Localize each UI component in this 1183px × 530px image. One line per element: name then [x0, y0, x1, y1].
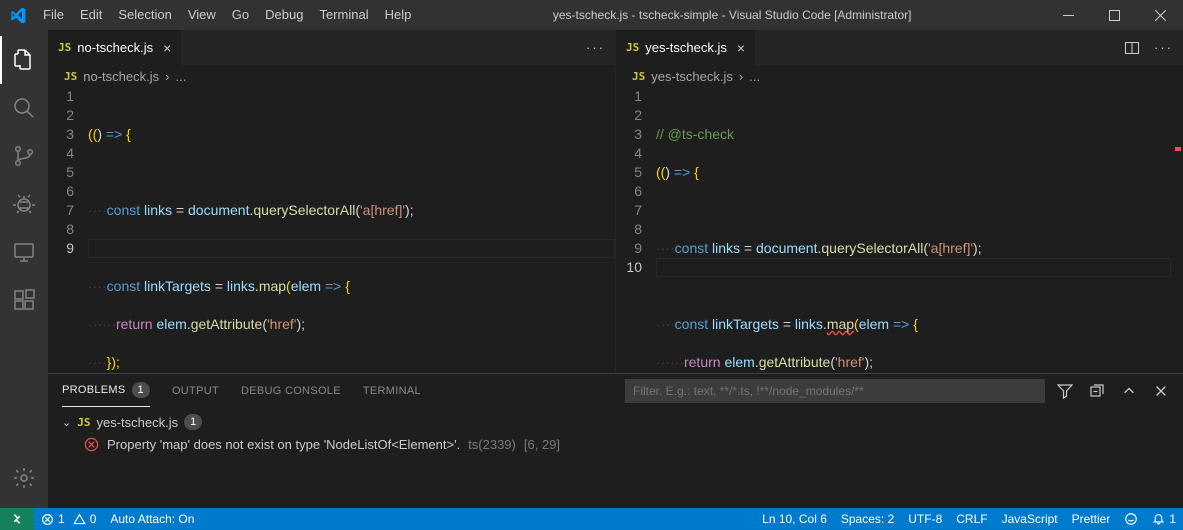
- editor-group-left: JS no-tscheck.js × ··· JS no-tscheck.js …: [48, 30, 616, 373]
- close-icon[interactable]: [1137, 0, 1183, 30]
- js-file-icon: JS: [58, 41, 71, 54]
- remote-explorer-icon[interactable]: [0, 228, 48, 276]
- js-file-icon: JS: [632, 70, 645, 83]
- code-editor-left[interactable]: 123456789 (() => { ····const links = doc…: [48, 87, 615, 373]
- breadcrumb[interactable]: JS no-tscheck.js › ...: [48, 65, 615, 87]
- menu-file[interactable]: File: [35, 0, 72, 30]
- chevron-up-icon[interactable]: [1117, 379, 1141, 403]
- editor-more-icon[interactable]: ···: [1154, 40, 1173, 56]
- tab-close-icon[interactable]: ×: [737, 40, 745, 56]
- chevron-right-icon: ›: [165, 69, 169, 84]
- minimize-icon[interactable]: [1045, 0, 1091, 30]
- panel-tab-output[interactable]: OUTPUT: [172, 385, 219, 397]
- vscode-logo-icon: [0, 7, 35, 23]
- editor-more-icon[interactable]: ···: [586, 40, 605, 55]
- split-editor-icon[interactable]: [1124, 40, 1140, 56]
- problems-filter-input[interactable]: [625, 379, 1045, 403]
- window-title: yes-tscheck.js - tscheck-simple - Visual…: [419, 8, 1045, 22]
- chevron-right-icon: ›: [739, 69, 743, 84]
- menu-debug[interactable]: Debug: [257, 0, 311, 30]
- panel-tab-problems[interactable]: PROBLEMS 1: [62, 374, 150, 407]
- problems-count-badge: 1: [132, 382, 150, 398]
- status-auto-attach[interactable]: Auto Attach: On: [103, 508, 201, 530]
- gutter: 12345678910: [616, 87, 656, 373]
- editor-group-right: JS yes-tscheck.js × ··· JS yes-tscheck.j…: [616, 30, 1183, 373]
- menu-help[interactable]: Help: [377, 0, 420, 30]
- breadcrumb-rest: ...: [749, 69, 760, 84]
- titlebar: File Edit Selection View Go Debug Termin…: [0, 0, 1183, 30]
- status-errors[interactable]: 1 0: [34, 508, 103, 530]
- source-control-icon[interactable]: [0, 132, 48, 180]
- js-file-icon: JS: [64, 70, 77, 83]
- status-encoding[interactable]: UTF-8: [901, 508, 949, 530]
- status-bar: 1 0 Auto Attach: On Ln 10, Col 6 Spaces:…: [0, 508, 1183, 530]
- search-icon[interactable]: [0, 84, 48, 132]
- problem-file-row[interactable]: ⌄ JS yes-tscheck.js 1: [62, 411, 1169, 433]
- status-notifications[interactable]: 1: [1145, 508, 1183, 530]
- collapse-all-icon[interactable]: [1085, 379, 1109, 403]
- error-icon: [84, 437, 99, 452]
- menu-edit[interactable]: Edit: [72, 0, 110, 30]
- main-menu: File Edit Selection View Go Debug Termin…: [35, 0, 419, 30]
- extensions-icon[interactable]: [0, 276, 48, 324]
- debug-icon[interactable]: [0, 180, 48, 228]
- breadcrumb-rest: ...: [175, 69, 186, 84]
- overview-ruler[interactable]: [1171, 87, 1183, 373]
- js-file-icon: JS: [77, 416, 90, 429]
- js-file-icon: JS: [626, 41, 639, 54]
- explorer-icon[interactable]: [0, 36, 48, 84]
- tab-no-tscheck[interactable]: JS no-tscheck.js ×: [48, 30, 181, 65]
- maximize-icon[interactable]: [1091, 0, 1137, 30]
- panel-close-icon[interactable]: [1149, 379, 1173, 403]
- problem-item[interactable]: Property 'map' does not exist on type 'N…: [62, 433, 1169, 455]
- tab-label: no-tscheck.js: [77, 40, 153, 55]
- activity-bar: [0, 30, 48, 508]
- code-editor-right[interactable]: 12345678910 // @ts-check (() => { ····co…: [616, 87, 1183, 373]
- error-marker-icon[interactable]: [1175, 147, 1181, 151]
- remote-indicator[interactable]: [0, 508, 34, 530]
- problem-file-label: yes-tscheck.js: [96, 415, 178, 430]
- menu-terminal[interactable]: Terminal: [311, 0, 376, 30]
- problem-code: ts(2339): [468, 437, 516, 452]
- breadcrumb-file: no-tscheck.js: [83, 69, 159, 84]
- status-cursor-position[interactable]: Ln 10, Col 6: [755, 508, 834, 530]
- menu-view[interactable]: View: [180, 0, 224, 30]
- tab-label: yes-tscheck.js: [645, 40, 727, 55]
- problem-message: Property 'map' does not exist on type 'N…: [107, 437, 460, 452]
- status-eol[interactable]: CRLF: [949, 508, 994, 530]
- status-prettier[interactable]: Prettier: [1065, 508, 1118, 530]
- tab-yes-tscheck[interactable]: JS yes-tscheck.js ×: [616, 30, 755, 65]
- settings-gear-icon[interactable]: [0, 454, 48, 502]
- breadcrumb-file: yes-tscheck.js: [651, 69, 733, 84]
- tab-close-icon[interactable]: ×: [163, 40, 171, 56]
- gutter: 123456789: [48, 87, 88, 373]
- status-language[interactable]: JavaScript: [995, 508, 1065, 530]
- panel-tab-terminal[interactable]: TERMINAL: [363, 385, 421, 397]
- file-problem-count-badge: 1: [184, 414, 202, 430]
- problem-location: [6, 29]: [524, 437, 560, 452]
- panel-tab-debug-console[interactable]: DEBUG CONSOLE: [241, 385, 341, 397]
- menu-go[interactable]: Go: [224, 0, 257, 30]
- breadcrumb[interactable]: JS yes-tscheck.js › ...: [616, 65, 1183, 87]
- filter-icon[interactable]: [1053, 379, 1077, 403]
- status-indentation[interactable]: Spaces: 2: [834, 508, 901, 530]
- bottom-panel: PROBLEMS 1 OUTPUT DEBUG CONSOLE TERMINAL…: [48, 373, 1183, 508]
- chevron-down-icon: ⌄: [62, 416, 71, 429]
- menu-selection[interactable]: Selection: [110, 0, 179, 30]
- status-feedback-icon[interactable]: [1117, 508, 1145, 530]
